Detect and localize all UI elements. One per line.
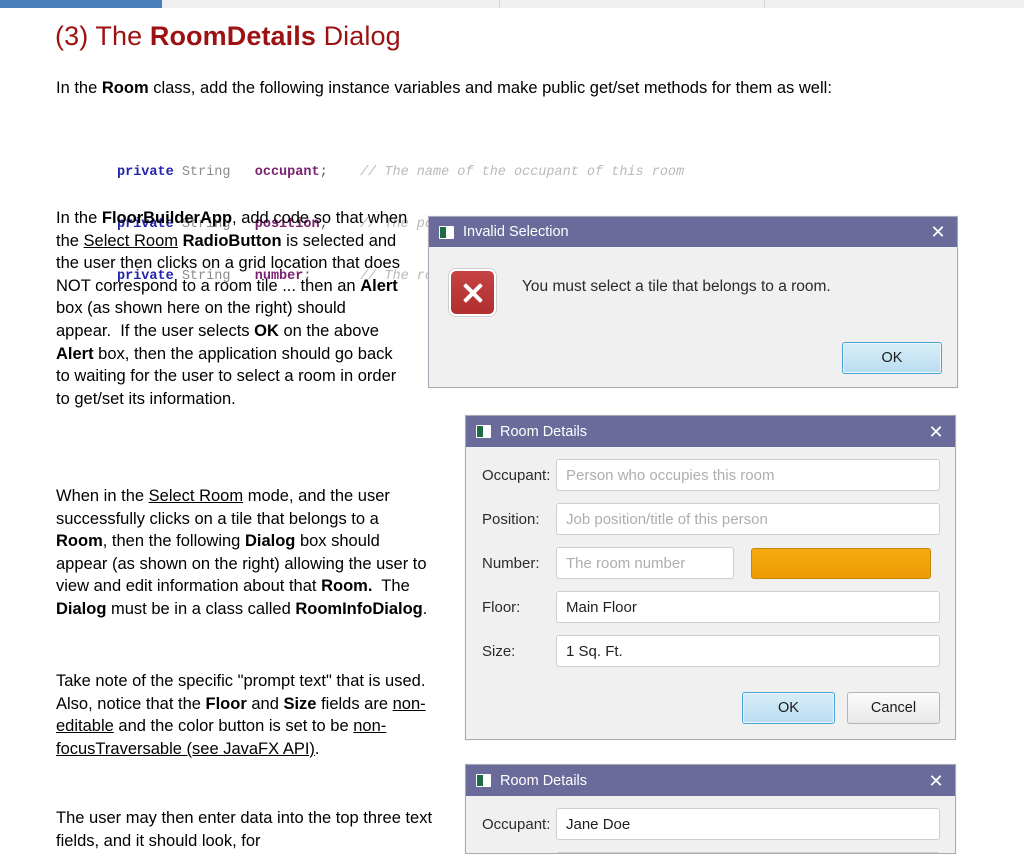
room-details-filled-body: Occupant: Jane Doe xyxy=(466,808,955,853)
error-x-icon xyxy=(449,269,496,316)
floor-label: Floor: xyxy=(482,598,521,616)
room-details-dialog: Room Details ✕ Occupant: Person who occu… xyxy=(465,415,956,740)
close-icon[interactable]: ✕ xyxy=(927,221,949,243)
room-details-title-bar: Room Details ✕ xyxy=(466,416,955,447)
room-details-button-row: OK Cancel xyxy=(742,692,940,724)
code-line: private String occupant; // The name of … xyxy=(117,164,781,181)
field-row-occupant-filled: Occupant: Jane Doe xyxy=(466,808,955,840)
intro-paragraph: In the Room class, add the following ins… xyxy=(56,79,832,97)
browser-tab-2[interactable] xyxy=(162,0,500,8)
number-label: Number: xyxy=(482,554,540,572)
field-row-floor: Floor: Main Floor xyxy=(466,591,955,623)
room-details-filled-dialog: Room Details ✕ Occupant: Jane Doe xyxy=(465,764,956,854)
paragraph-dialog-description: When in the Select Room mode, and the us… xyxy=(56,487,428,618)
page-title-emphasis: RoomDetails xyxy=(149,21,316,51)
color-picker-button[interactable] xyxy=(751,547,931,579)
page-title-suffix: Dialog xyxy=(315,21,401,51)
alert-body: You must select a tile that belongs to a… xyxy=(429,247,957,374)
code-type: String xyxy=(181,164,231,180)
floor-input: Main Floor xyxy=(556,591,940,623)
field-row-size: Size: 1 Sq. Ft. xyxy=(466,635,955,667)
field-row-occupant: Occupant: Person who occupies this room xyxy=(466,459,955,491)
page-title-prefix: (3) The xyxy=(55,21,150,51)
alert-title-bar: Invalid Selection ✕ xyxy=(429,217,957,247)
occupant-label: Occupant: xyxy=(482,466,551,484)
invalid-selection-alert-dialog: Invalid Selection ✕ You must select a ti… xyxy=(428,216,958,388)
paragraph-alert-description: In the FloorBuilderApp, add code so that… xyxy=(56,209,408,408)
field-row-position: Position: Job position/title of this per… xyxy=(466,503,955,535)
room-ok-button[interactable]: OK xyxy=(742,692,835,724)
code-comment: // The name of the occupant of this room xyxy=(360,164,685,180)
code-keyword: private xyxy=(117,164,174,180)
room-details-body: Occupant: Person who occupies this room … xyxy=(466,459,955,724)
close-icon[interactable]: ✕ xyxy=(925,421,947,443)
close-icon[interactable]: ✕ xyxy=(925,770,947,792)
number-input[interactable]: The room number xyxy=(556,547,734,579)
position-input[interactable]: Job position/title of this person xyxy=(556,503,940,535)
app-window-icon xyxy=(439,225,454,239)
paragraph-prompt-text-note: Take note of the specific "prompt text" … xyxy=(56,672,435,758)
room-details-filled-title-text: Room Details xyxy=(500,772,588,789)
browser-tab-strip xyxy=(0,0,1024,8)
alert-ok-button[interactable]: OK xyxy=(842,342,942,374)
browser-tab-4[interactable] xyxy=(765,0,1024,8)
occupant-label-filled: Occupant: xyxy=(482,815,551,833)
code-identifier: occupant xyxy=(254,164,320,180)
size-label: Size: xyxy=(482,642,516,660)
paragraph-enter-data: The user may then enter data into the to… xyxy=(56,809,433,850)
size-input: 1 Sq. Ft. xyxy=(556,635,940,667)
app-window-icon xyxy=(476,774,491,787)
browser-tab-active[interactable] xyxy=(0,0,162,8)
page-title: (3) The RoomDetails Dialog xyxy=(55,21,401,52)
app-window-icon xyxy=(476,425,491,438)
room-cancel-button[interactable]: Cancel xyxy=(847,692,940,724)
alert-message: You must select a tile that belongs to a… xyxy=(522,278,831,295)
alert-title-text: Invalid Selection xyxy=(463,224,569,240)
field-row-number: Number: The room number xyxy=(466,547,955,579)
code-punct: ; xyxy=(319,164,328,180)
occupant-input[interactable]: Person who occupies this room xyxy=(556,459,940,491)
alert-button-row: OK xyxy=(842,342,942,374)
position-label: Position: xyxy=(482,510,540,528)
browser-tab-3[interactable] xyxy=(500,0,765,8)
document-page: (3) The RoomDetails Dialog In the Room c… xyxy=(0,9,1024,854)
room-details-filled-title-bar: Room Details ✕ xyxy=(466,765,955,796)
alert-content: You must select a tile that belongs to a… xyxy=(429,247,957,316)
room-details-title-text: Room Details xyxy=(500,423,588,440)
occupant-input-filled[interactable]: Jane Doe xyxy=(556,808,940,840)
